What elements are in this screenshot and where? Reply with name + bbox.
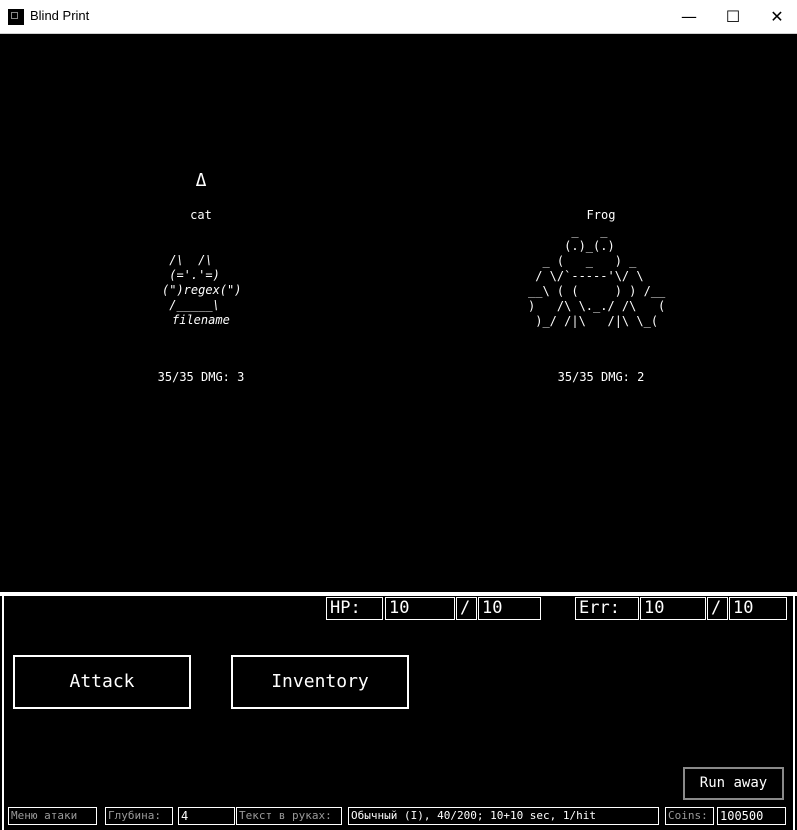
inventory-button[interactable]: Inventory: [231, 655, 409, 709]
depth-label: Глубина:: [105, 807, 173, 825]
coins-label: Coins:: [665, 807, 714, 825]
hand-label: Текст в руках:: [236, 807, 342, 825]
turn-indicator: Δ: [195, 170, 207, 191]
window-title: Blind Print: [30, 8, 90, 23]
enemy-name: Frog: [586, 208, 616, 222]
player-art-caption: filename: [172, 313, 230, 327]
minimize-button[interactable]: —: [666, 0, 712, 33]
player-art: /\ /\ (='.'=) (")regex(") /_____\ filena…: [162, 253, 262, 328]
err-label: Err:: [575, 597, 639, 620]
hp-max: 10: [478, 597, 541, 620]
hp-separator: /: [456, 597, 477, 620]
coins-value: 100500: [717, 807, 786, 825]
enemy-hp-dmg: 35/35 DMG: 2: [557, 370, 645, 384]
control-panel: [2, 596, 795, 830]
app-icon: [8, 9, 24, 25]
player-name: cat: [190, 208, 212, 222]
close-button[interactable]: ✕: [754, 0, 797, 33]
window-titlebar: Blind Print — ☐ ✕: [0, 0, 797, 34]
hand-value: Обычный (I), 40/200; 10+10 sec, 1/hit: [348, 807, 659, 825]
run-away-button[interactable]: Run away: [683, 767, 784, 800]
hp-current: 10: [385, 597, 455, 620]
battle-arena: Δ cat /\ /\ (='.'=) (")regex(") /_____\ …: [0, 34, 797, 592]
menu-label: Меню атаки: [8, 807, 97, 825]
err-separator: /: [707, 597, 728, 620]
player-hp-dmg: 35/35 DMG: 3: [157, 370, 245, 384]
err-max: 10: [729, 597, 787, 620]
enemy-art-lines: _ _ (.)_(.) _ ( _ ) _ / \/`-----'\/ \ __…: [528, 224, 666, 328]
maximize-button[interactable]: ☐: [710, 0, 756, 33]
player-art-lines: /\ /\ (='.'=) (")regex(") /_____\: [162, 253, 242, 312]
enemy-art: _ _ (.)_(.) _ ( _ ) _ / \/`-----'\/ \ __…: [528, 224, 688, 329]
attack-button[interactable]: Attack: [13, 655, 191, 709]
depth-value: 4: [178, 807, 235, 825]
err-current: 10: [640, 597, 706, 620]
hp-label: HP:: [326, 597, 383, 620]
